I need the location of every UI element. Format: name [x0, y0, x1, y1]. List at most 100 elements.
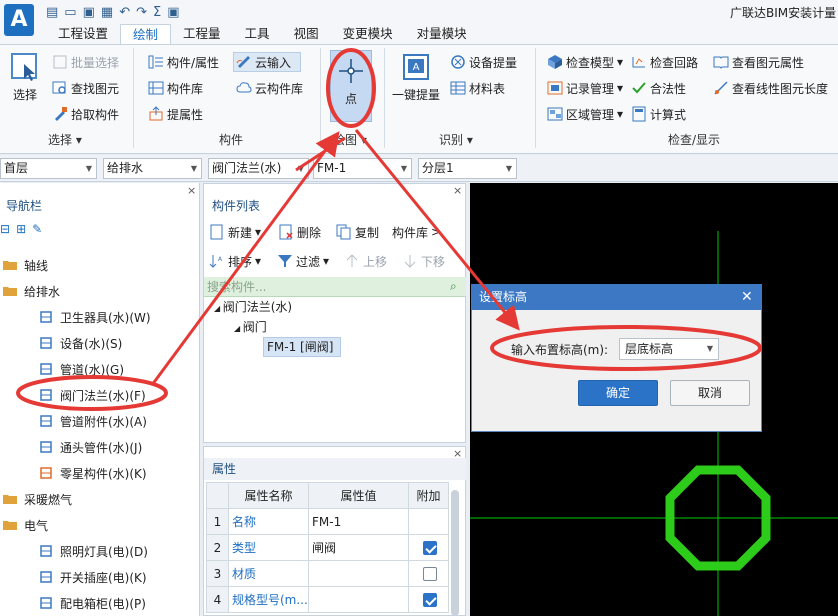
elevation-select[interactable]: 层底标高 ▼	[619, 338, 719, 360]
tab-view[interactable]: 视图	[282, 24, 331, 44]
filter-button[interactable]: 过滤 ▾	[277, 251, 329, 271]
new-button[interactable]: 新建 ▾	[209, 222, 261, 242]
collapse-icon[interactable]: ⊟	[0, 222, 10, 236]
one-click-extract-button[interactable]: A 一键提量	[390, 52, 442, 103]
nav-item[interactable]: 采暖燃气	[2, 489, 72, 509]
select-button[interactable]: 选择	[6, 52, 44, 103]
edit-icon[interactable]: ✎	[32, 222, 42, 236]
nav-item[interactable]: 照明灯具(电)(D)	[38, 541, 148, 561]
nav-item[interactable]: 通头管件(水)(J)	[38, 437, 142, 457]
component-type-select[interactable]: 阀门法兰(水) ▼	[208, 158, 309, 179]
nav-item[interactable]: 给排水	[2, 281, 60, 301]
cancel-button[interactable]: 取消	[670, 380, 750, 406]
undo-icon[interactable]: ↶	[119, 5, 130, 20]
app-logo[interactable]: A	[4, 4, 34, 36]
tab-change-module[interactable]: 变更模块	[331, 24, 405, 44]
tab-tools[interactable]: 工具	[233, 24, 282, 44]
component-library-list-button[interactable]: 构件库 >	[392, 222, 441, 242]
triangle-down-icon: ◢	[234, 324, 243, 333]
equipment-extract-button[interactable]: 设备提量	[450, 52, 517, 72]
formula-button[interactable]: 计算式	[631, 104, 686, 124]
material-table-button[interactable]: 材料表	[450, 78, 505, 98]
tab-draw[interactable]: 绘制	[120, 24, 172, 44]
cloud-input-icon	[236, 54, 252, 70]
search-icon[interactable]: ⌕	[450, 279, 457, 294]
find-element-button[interactable]: 查找图元	[52, 78, 119, 98]
nav-item[interactable]: 管道(水)(G)	[38, 359, 124, 379]
extract-properties-button[interactable]: 提属性	[148, 104, 203, 124]
nav-item[interactable]: 阀门法兰(水)(F)	[38, 385, 146, 405]
component-search-input[interactable]: 搜索构件...	[204, 277, 466, 297]
point-draw-button[interactable]: 点	[332, 56, 370, 107]
view-element-properties-button[interactable]: 查看图元属性	[713, 52, 804, 72]
table-row[interactable]: 4 规格型号(m...	[206, 586, 449, 613]
property-value[interactable]	[308, 586, 409, 613]
cloud-input-button[interactable]: 云输入	[236, 52, 291, 72]
copy-button[interactable]: 复制	[336, 222, 379, 242]
expand-icon[interactable]: ⊞	[16, 222, 26, 236]
nav-item[interactable]: 配电箱柜(电)(P)	[38, 593, 146, 613]
record-management-button[interactable]: 记录管理 ▾	[547, 78, 623, 98]
tree-node-fm1[interactable]: FM-1 [闸阀]	[263, 337, 341, 357]
component-select[interactable]: FM-1 ▼	[313, 158, 412, 179]
table-row[interactable]: 3 材质	[206, 560, 449, 587]
attach-checkbox[interactable]	[423, 566, 437, 581]
save2-icon[interactable]: ▣	[167, 5, 179, 20]
row-number-header	[206, 482, 229, 509]
tab-compare-module[interactable]: 对量模块	[405, 24, 479, 44]
tree-node-valve[interactable]: ◢ 阀门	[234, 318, 267, 335]
property-value[interactable]: FM-1	[308, 508, 409, 535]
table-row[interactable]: 2 类型 闸阀	[206, 534, 449, 561]
tab-project-settings[interactable]: 工程设置	[46, 24, 120, 44]
delete-button[interactable]: 删除	[278, 222, 321, 242]
export-icon[interactable]: ▦	[101, 5, 113, 20]
ok-button[interactable]: 确定	[578, 380, 658, 406]
discipline-select[interactable]: 给排水 ▼	[103, 158, 202, 179]
property-value[interactable]	[308, 560, 409, 587]
view-linear-length-button[interactable]: 查看线性图元长度	[713, 78, 828, 98]
batch-select-button: 批量选择	[52, 52, 119, 72]
new-icon	[209, 224, 225, 240]
ribbon-separator	[384, 48, 385, 148]
check-mark-icon	[631, 80, 647, 96]
open-icon[interactable]: ▭	[64, 5, 76, 20]
tree-node-valve-flange[interactable]: ◢ 阀门法兰(水)	[214, 298, 292, 315]
tab-quantity[interactable]: 工程量	[171, 24, 233, 44]
property-value[interactable]: 闸阀	[308, 534, 409, 561]
check-model-button[interactable]: 检查模型 ▾	[547, 52, 623, 72]
nav-item[interactable]: 电气	[2, 515, 48, 535]
sort-button[interactable]: A 排序 ▾	[209, 251, 261, 271]
validity-button[interactable]: 合法性	[631, 78, 686, 98]
page-icon[interactable]: ▤	[46, 5, 58, 20]
component-library-button[interactable]: 构件库	[148, 78, 203, 98]
cloud-library-button[interactable]: 云构件库	[236, 78, 303, 98]
component-properties-button[interactable]: 构件/属性	[148, 52, 219, 72]
properties-scrollbar[interactable]	[451, 490, 459, 616]
table-row[interactable]: 1 名称 FM-1	[206, 508, 449, 535]
row-number: 2	[206, 534, 229, 561]
area-management-button[interactable]: 区域管理 ▾	[547, 104, 623, 124]
layer-select[interactable]: 分层1 ▼	[418, 158, 517, 179]
sum-icon[interactable]: Σ	[153, 5, 161, 20]
nav-close-icon[interactable]: ×	[187, 184, 196, 197]
nav-item[interactable]: 开关插座(电)(K)	[38, 567, 147, 587]
pick-component-button[interactable]: 拾取构件	[52, 104, 119, 124]
chevron-down-icon: ▼	[85, 164, 92, 173]
nav-item[interactable]: 零星构件(水)(K)	[38, 463, 147, 483]
save-icon[interactable]: ▣	[83, 5, 95, 20]
check-circuit-button[interactable]: 检查回路	[631, 52, 698, 72]
chevron-down-icon: ▼	[505, 164, 512, 173]
redo-icon[interactable]: ↷	[136, 5, 147, 20]
nav-item[interactable]: 设备(水)(S)	[38, 333, 122, 353]
nav-item[interactable]: 管道附件(水)(A)	[38, 411, 147, 431]
nav-title: 导航栏	[6, 199, 43, 213]
floor-select[interactable]: 首层 ▼	[0, 158, 97, 179]
properties-close-icon[interactable]: ×	[453, 447, 462, 460]
nav-item[interactable]: 轴线	[2, 255, 48, 275]
nav-item[interactable]: 卫生器具(水)(W)	[38, 307, 151, 327]
attach-checkbox[interactable]	[423, 592, 437, 607]
check-group-label: 检查/显示	[668, 133, 721, 147]
dialog-close-icon[interactable]: ✕	[741, 289, 753, 305]
component-list-close-icon[interactable]: ×	[453, 184, 462, 197]
attach-checkbox[interactable]	[423, 540, 437, 555]
